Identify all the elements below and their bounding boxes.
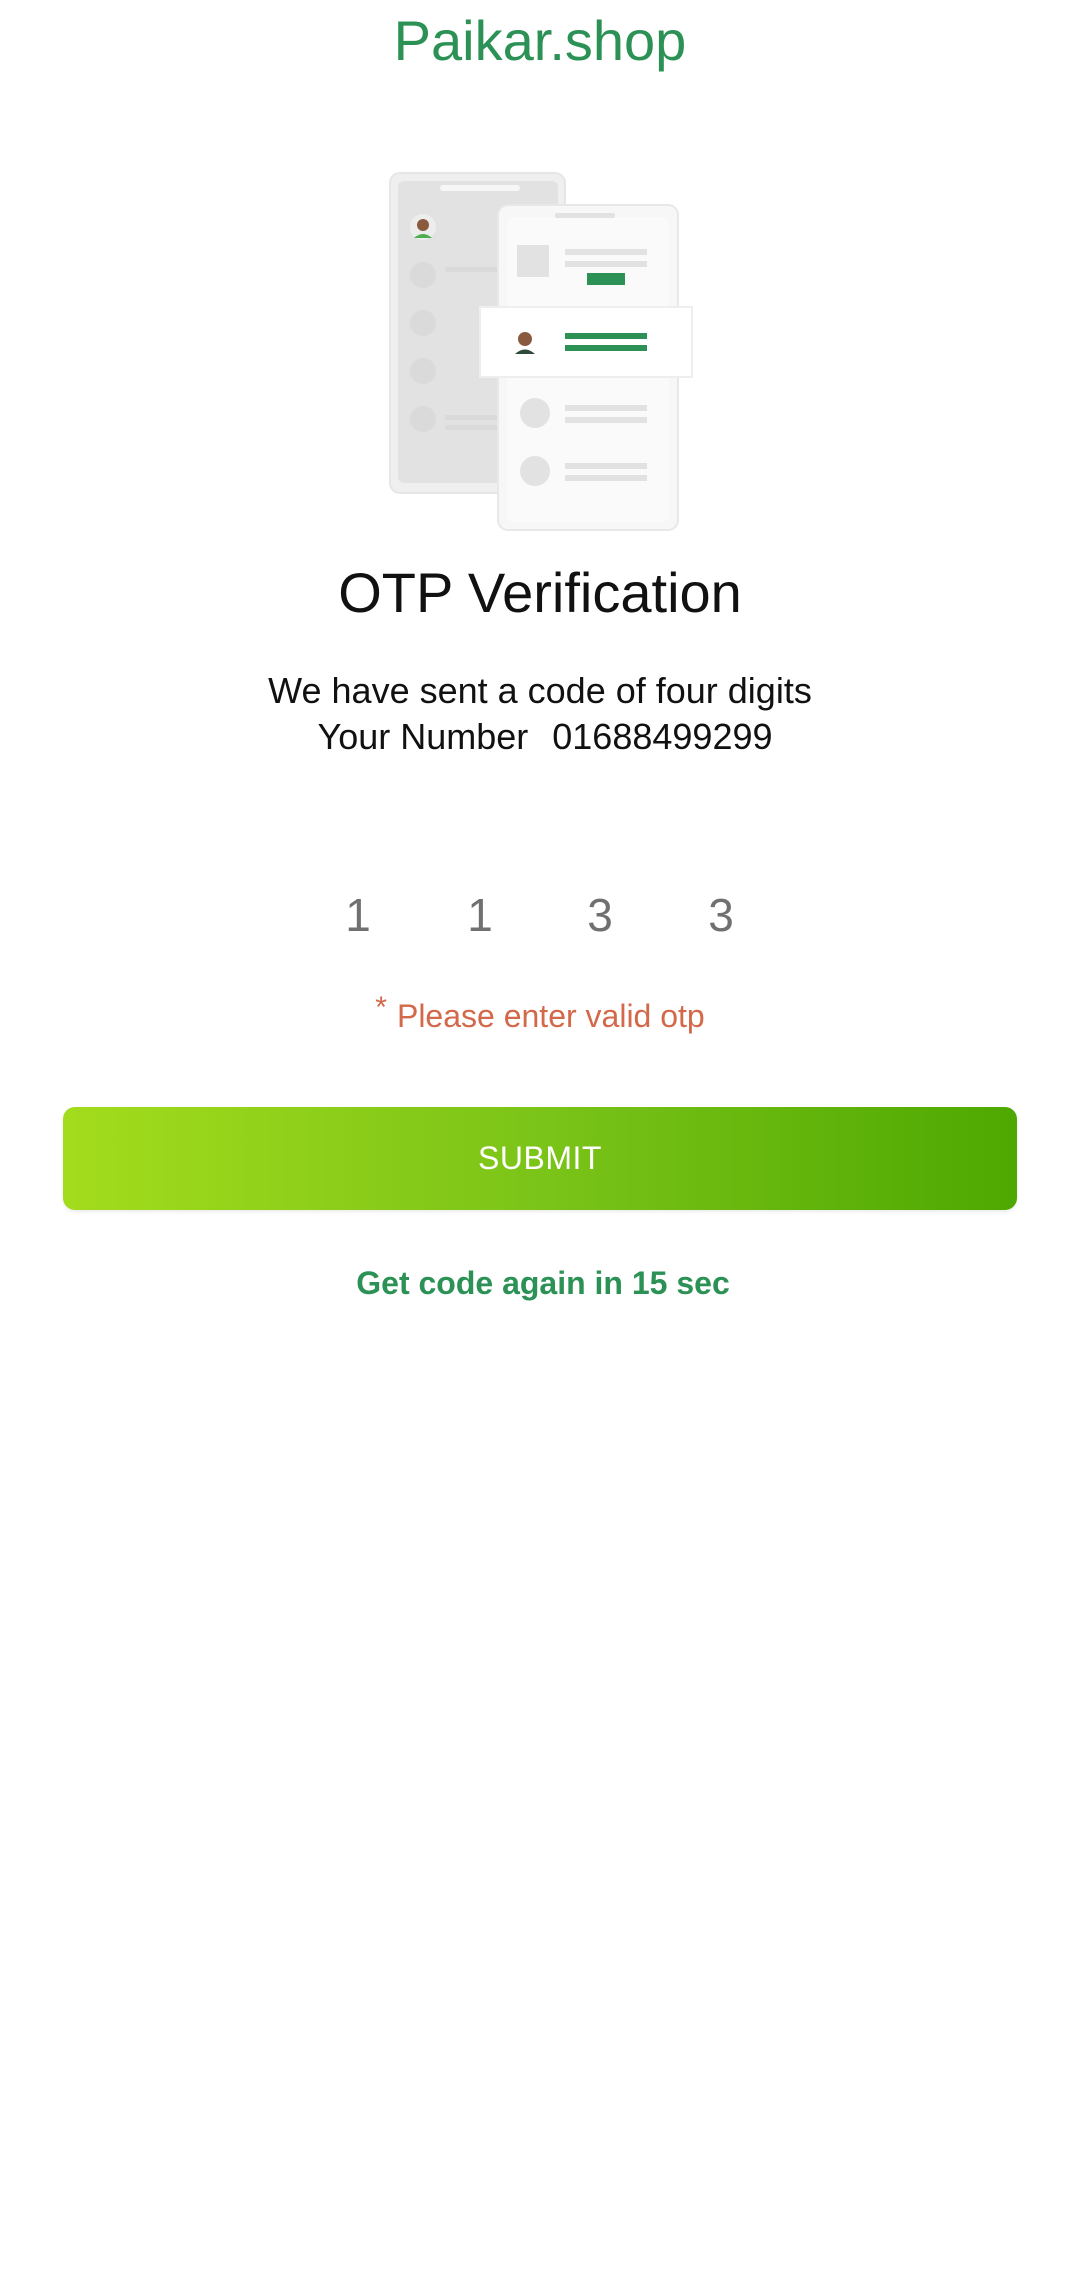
phone-number-line: Your Number 01688499299: [0, 714, 1080, 760]
submit-button[interactable]: SUBMIT: [63, 1107, 1017, 1210]
error-text: Please enter valid otp: [396, 998, 705, 1034]
app-brand-title: Paikar.shop: [393, 9, 687, 72]
phone-number-label: Your Number: [317, 716, 529, 757]
error-asterisk: *: [375, 991, 387, 1024]
page-title: OTP Verification: [338, 561, 742, 624]
otp-digit-4[interactable]: 3: [691, 880, 751, 950]
otp-message: We have sent a code of four digits: [268, 670, 812, 711]
otp-instructions: We have sent a code of four digits Your …: [0, 668, 1080, 760]
otp-digit-3[interactable]: 3: [570, 880, 630, 950]
otp-input-group: 1 1 3 3: [300, 880, 780, 950]
otp-error-message: * Please enter valid otp: [0, 991, 1080, 1035]
otp-digit-2[interactable]: 1: [450, 880, 510, 950]
otp-digit-1[interactable]: 1: [328, 880, 388, 950]
resend-code-link[interactable]: Get code again in 15 sec: [0, 1265, 1080, 1302]
phone-otp-illustration: [389, 172, 693, 531]
phone-number-value: 01688499299: [552, 716, 773, 757]
